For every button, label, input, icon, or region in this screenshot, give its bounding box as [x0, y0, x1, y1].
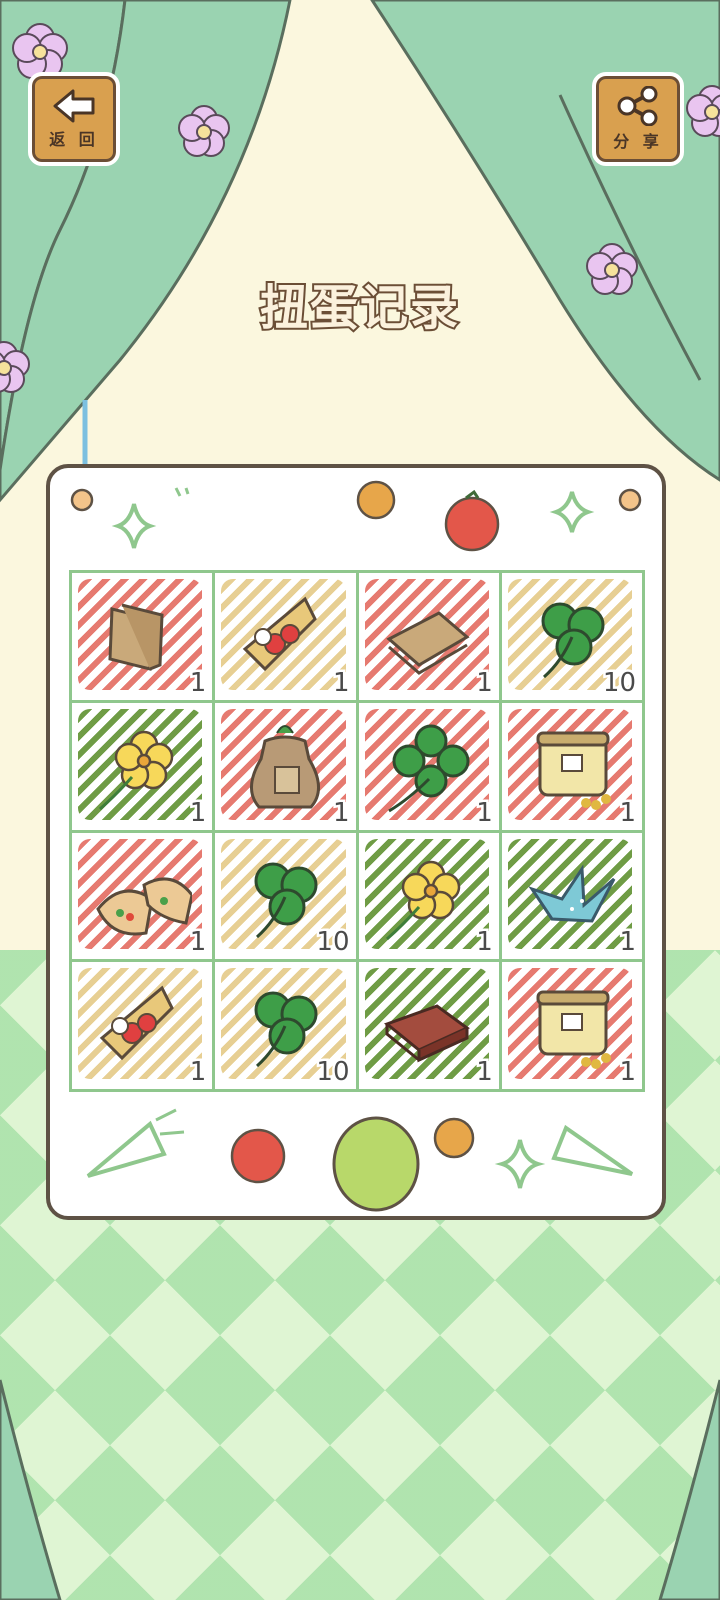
sandwich-icon [108, 603, 164, 671]
record-cell-chocolate[interactable]: 1 [358, 962, 499, 1090]
item-count: 1 [187, 795, 208, 830]
item-count: 1 [617, 795, 638, 830]
pita-bread-icon [96, 876, 192, 935]
share-label: 分 享 [613, 132, 663, 151]
record-cell-yellow-flower[interactable]: 1 [358, 832, 499, 960]
item-count: 10 [600, 665, 638, 700]
record-cell-four-leaf-clover[interactable]: 1 [358, 702, 499, 830]
record-cell-jar[interactable]: 1 [501, 702, 642, 830]
record-cell-seed-bag[interactable]: 1 [215, 702, 356, 830]
record-cell-crepe[interactable]: 1 [215, 573, 356, 700]
chocolate-icon [383, 1004, 470, 1063]
paper-crane-icon [528, 863, 616, 923]
jar-icon [536, 731, 611, 810]
item-count: 1 [474, 795, 495, 830]
yellow-flower-icon [99, 730, 174, 810]
record-cell-sandwich[interactable]: 1 [72, 573, 213, 700]
share-button[interactable]: 分 享 [592, 72, 684, 166]
record-cell-toast-sandwich[interactable]: 1 [358, 573, 499, 700]
record-cell-yellow-flower[interactable]: 1 [72, 702, 213, 830]
share-icon [617, 86, 658, 126]
item-count: 1 [617, 1055, 638, 1090]
crepe-icon [99, 985, 174, 1061]
toast-sandwich-icon [385, 611, 470, 675]
record-cell-three-leaf-clover[interactable]: 10 [215, 832, 356, 960]
item-count: 1 [331, 795, 352, 830]
back-label: 返 回 [49, 130, 99, 149]
record-cell-three-leaf-clover[interactable]: 10 [215, 962, 356, 1090]
item-count: 1 [474, 665, 495, 700]
item-count: 10 [314, 925, 352, 960]
seed-bag-icon [250, 724, 321, 809]
record-grid: 1 1 1 10 1 1 1 1 1 10 1 1 1 10 1 1 [69, 570, 645, 1092]
item-count: 1 [474, 925, 495, 960]
back-button[interactable]: 返 回 [28, 72, 120, 166]
record-cell-crepe[interactable]: 1 [72, 962, 213, 1090]
item-count: 1 [187, 925, 208, 960]
item-count: 10 [314, 1055, 352, 1090]
jar-icon [536, 990, 611, 1070]
record-cell-paper-crane[interactable]: 1 [501, 832, 642, 960]
yellow-flower-icon [385, 860, 460, 940]
crepe-icon [243, 596, 318, 672]
item-count: 1 [187, 665, 208, 700]
arrow-left-icon [53, 89, 95, 123]
record-cell-jar[interactable]: 1 [501, 962, 642, 1090]
record-cell-pita-bread[interactable]: 1 [72, 832, 213, 960]
four-leaf-clover-icon [387, 724, 469, 813]
item-count: 1 [474, 1055, 495, 1090]
record-cell-three-leaf-clover[interactable]: 10 [501, 573, 642, 700]
item-count: 1 [187, 1055, 208, 1090]
item-count: 1 [331, 665, 352, 700]
item-count: 1 [617, 925, 638, 960]
page-title: 扭蛋记录 [258, 278, 460, 338]
